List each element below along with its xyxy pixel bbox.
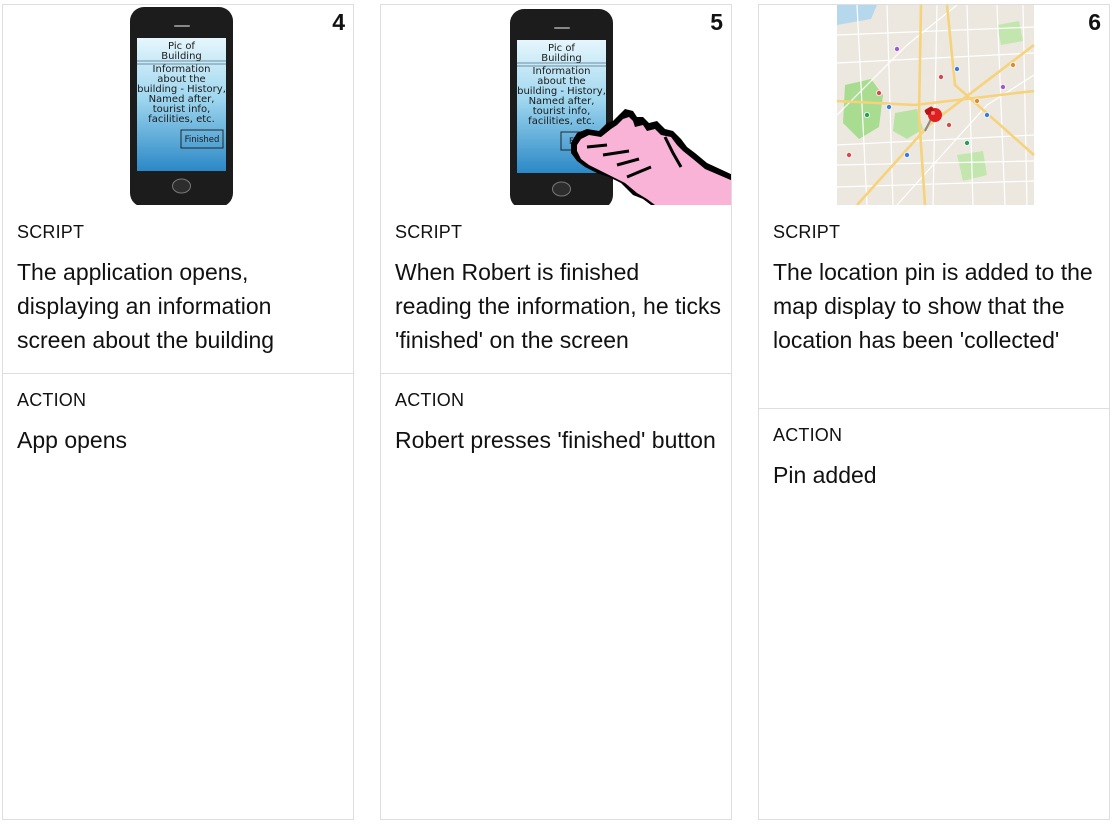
phone-info-line: facilities, etc.	[148, 114, 215, 125]
storyboard-frame-5: Pic of Building Information about the bu…	[380, 4, 732, 820]
action-label: ACTION	[17, 390, 87, 410]
frame-image: Pic of Building Information about the bu…	[3, 5, 353, 205]
finished-button-label: Finished	[185, 135, 220, 145]
script-label: SCRIPT	[395, 222, 463, 242]
action-text: Pin added	[773, 462, 877, 488]
action-text: App opens	[17, 427, 127, 453]
frame-image	[759, 5, 1109, 205]
storyboard-frame-6: 6 SCRIPT The location pin is added to th…	[758, 4, 1110, 820]
script-label: SCRIPT	[17, 222, 85, 242]
action-label: ACTION	[395, 390, 465, 410]
script-section: SCRIPT The location pin is added to the …	[759, 205, 1109, 409]
phone-title-line: Building	[161, 51, 202, 62]
script-section: SCRIPT When Robert is finished reading t…	[381, 205, 731, 374]
script-section: SCRIPT The application opens, displaying…	[3, 205, 353, 374]
script-text: The application opens, displaying an inf…	[17, 259, 275, 353]
home-button-icon	[172, 178, 191, 194]
storyboard-frame-4: Pic of Building Information about the bu…	[2, 4, 354, 820]
action-text: Robert presses 'finished' button	[395, 427, 716, 453]
speaker-icon	[554, 27, 570, 29]
frame-number: 6	[1088, 9, 1101, 35]
frame-image: Pic of Building Information about the bu…	[381, 5, 731, 205]
frame-number: 4	[332, 9, 345, 35]
smartphone-illustration: Pic of Building Information about the bu…	[130, 7, 233, 205]
frame-number: 5	[710, 9, 723, 35]
script-text: The location pin is added to the map dis…	[773, 259, 1093, 353]
home-button-icon	[552, 181, 571, 197]
action-label: ACTION	[773, 425, 843, 445]
smartphone-illustration: Pic of Building Information about the bu…	[510, 9, 731, 205]
script-text: When Robert is finished reading the info…	[395, 259, 722, 353]
script-label: SCRIPT	[773, 222, 841, 242]
speaker-icon	[174, 25, 190, 27]
phone-title-line: Building	[541, 53, 582, 64]
phone-info-line: facilities, etc.	[528, 116, 595, 127]
map-thumbnail	[836, 5, 1035, 205]
